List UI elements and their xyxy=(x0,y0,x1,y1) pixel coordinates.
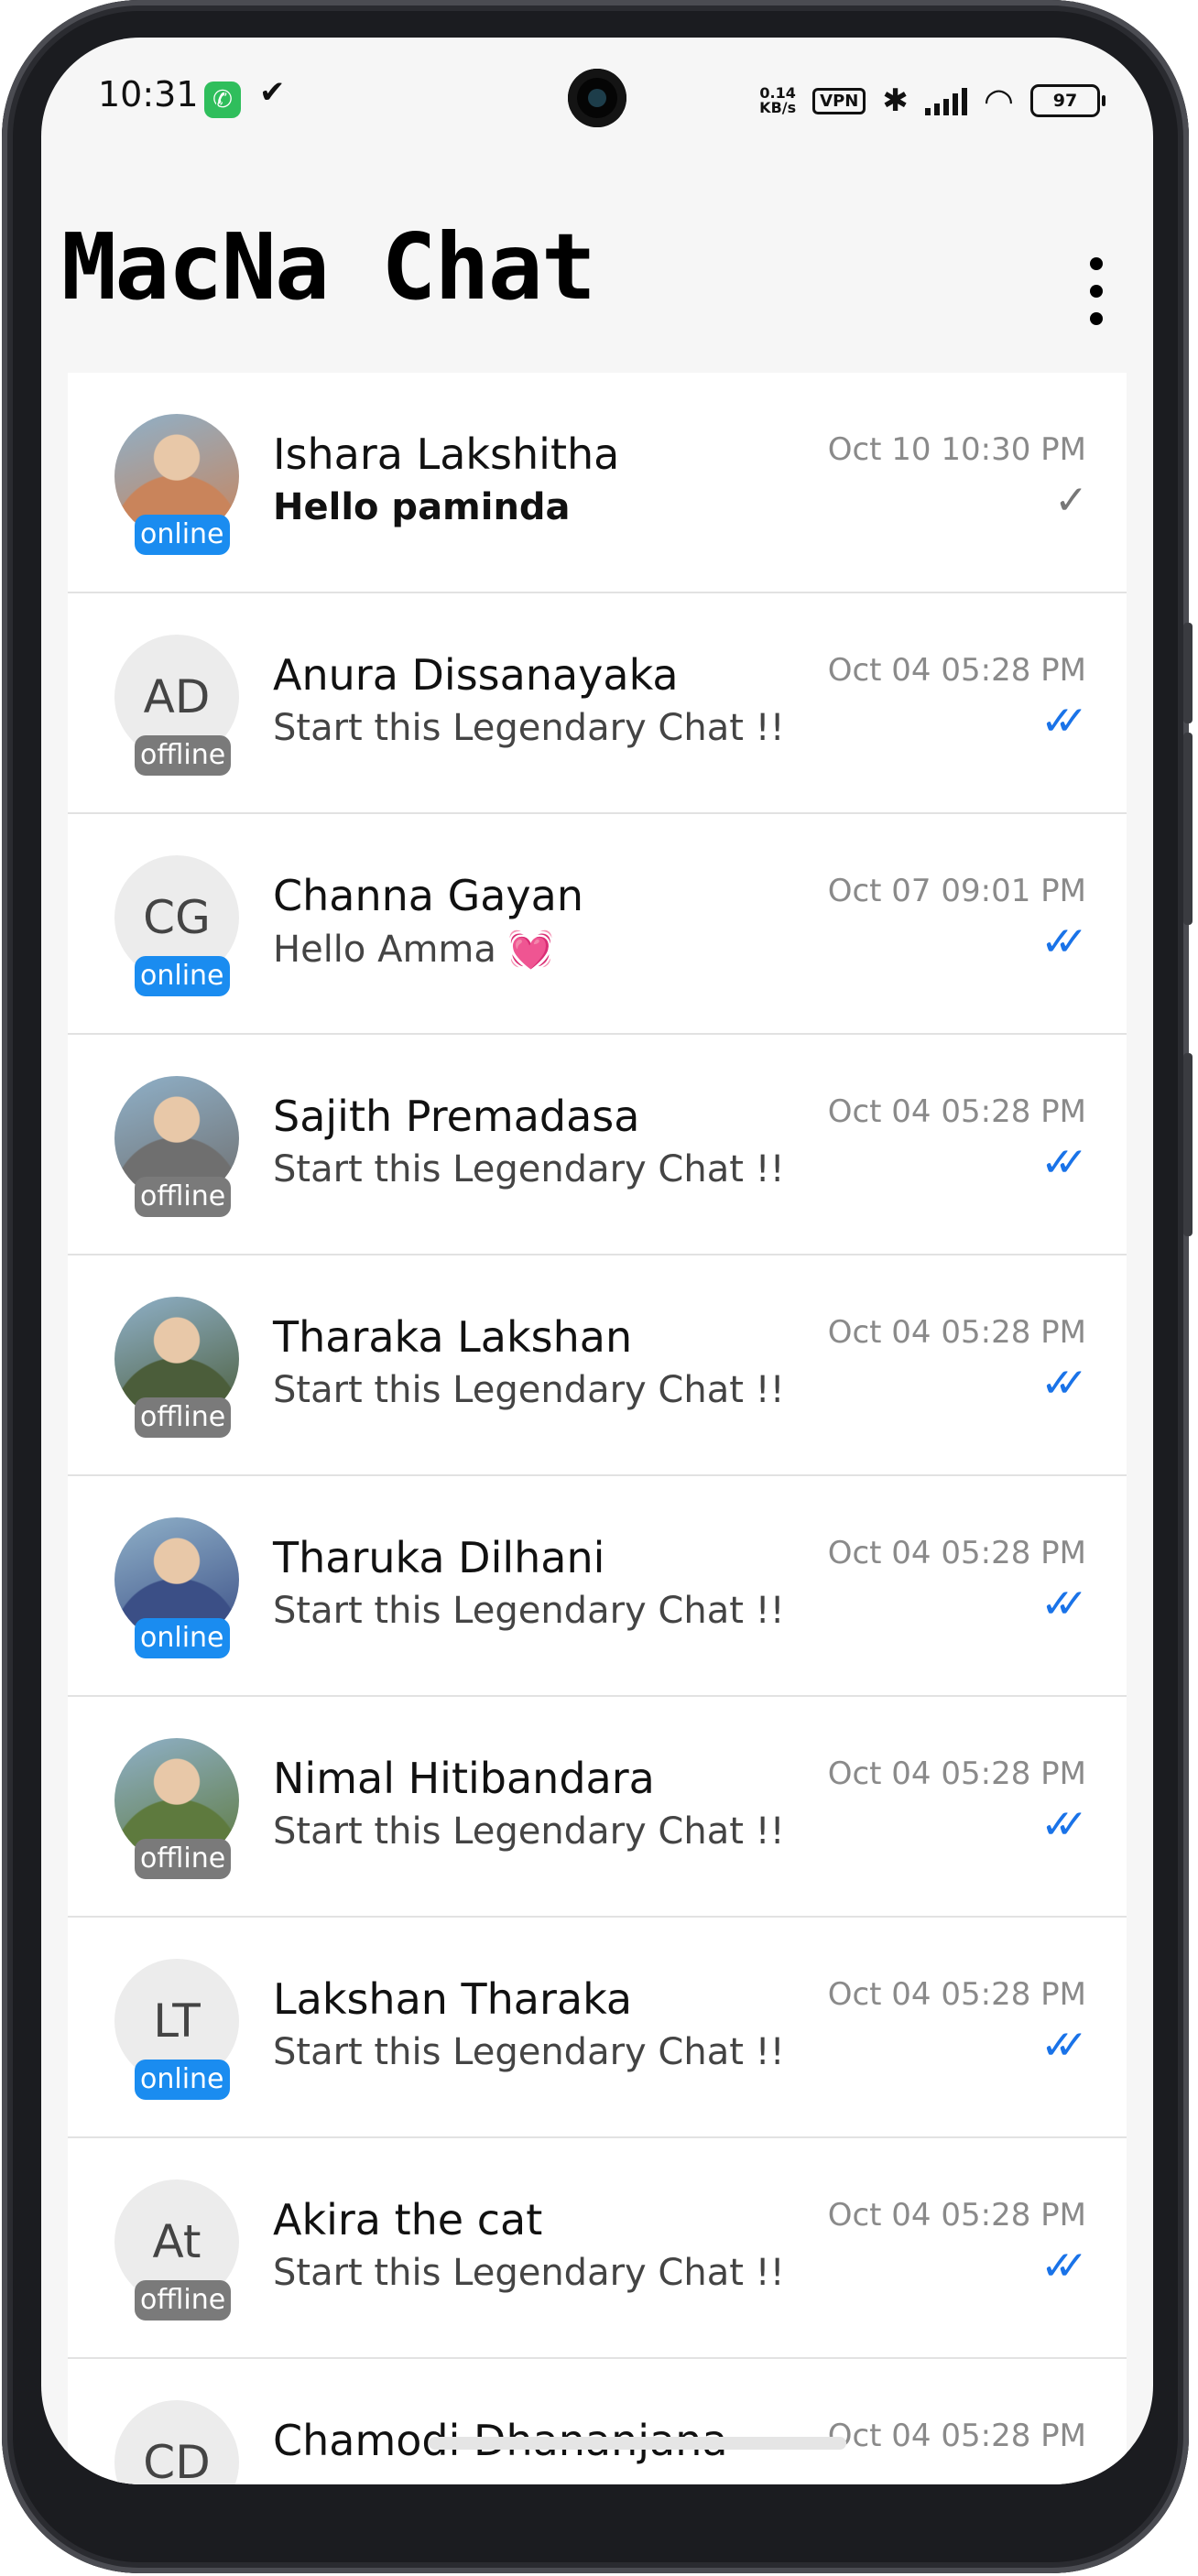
chat-row-1[interactable]: AD offline Anura Dissanayaka Start this … xyxy=(68,593,1127,814)
front-camera xyxy=(568,69,626,127)
phone-frame: 10:31 ✆ ✔ 0.14 KB/s VPN ✱ ◠ 97 MacNa Cha… xyxy=(2,0,1193,2573)
double-check-icon: ✓✓ xyxy=(1040,2022,1088,2069)
message-time: Oct 04 05:28 PM xyxy=(827,1314,1086,1351)
home-indicator[interactable] xyxy=(429,2437,846,2450)
double-check-icon: ✓✓ xyxy=(1040,918,1088,965)
status-time: 10:31 xyxy=(98,74,199,114)
power-button xyxy=(1183,1053,1193,1236)
double-check-icon: ✓✓ xyxy=(1040,1801,1088,1848)
contact-name: Akira the cat xyxy=(273,2195,543,2244)
message-time: Oct 04 05:28 PM xyxy=(827,652,1086,689)
contact-name: Channa Gayan xyxy=(273,871,583,920)
chat-row-7[interactable]: LT online Lakshan Tharaka Start this Leg… xyxy=(68,1918,1127,2138)
contact-name: Tharaka Lakshan xyxy=(273,1312,633,1362)
volume-up-button xyxy=(1183,623,1193,723)
status-icons: 0.14 KB/s VPN ✱ ◠ 97 xyxy=(759,78,1105,124)
chat-row-8[interactable]: At offline Akira the cat Start this Lege… xyxy=(68,2138,1127,2359)
message-time: Oct 07 09:01 PM xyxy=(827,873,1086,909)
last-message: Hello Amma 💓 xyxy=(273,929,554,971)
screen: 10:31 ✆ ✔ 0.14 KB/s VPN ✱ ◠ 97 MacNa Cha… xyxy=(41,38,1153,2484)
chat-row-6[interactable]: offline Nimal Hitibandara Start this Leg… xyxy=(68,1697,1127,1918)
chat-list: online Ishara Lakshitha Hello paminda Oc… xyxy=(68,373,1127,2484)
contact-name: Nimal Hitibandara xyxy=(273,1754,655,1803)
double-check-icon: ✓✓ xyxy=(1040,1581,1088,1627)
avatar: CD xyxy=(114,2400,239,2484)
more-vert-icon[interactable] xyxy=(1085,257,1107,325)
bluetooth-icon: ✱ xyxy=(882,82,909,119)
message-time: Oct 04 05:28 PM xyxy=(827,2197,1086,2234)
chat-row-2[interactable]: CG online Channa Gayan Hello Amma 💓 Oct … xyxy=(68,814,1127,1035)
status-bar: 10:31 ✆ ✔ 0.14 KB/s VPN ✱ ◠ 97 xyxy=(41,38,1153,166)
status-badge: online xyxy=(135,956,230,996)
status-badge: offline xyxy=(135,1397,232,1438)
status-badge: offline xyxy=(135,1839,232,1879)
status-badge: online xyxy=(135,2060,230,2100)
last-message: Start this Legendary Chat !! xyxy=(273,1369,785,1411)
whatsapp-icon: ✆ xyxy=(204,82,241,118)
message-time: Oct 04 05:28 PM xyxy=(827,1976,1086,2013)
last-message: Start this Legendary Chat !! xyxy=(273,2252,785,2294)
double-check-icon: ✓✓ xyxy=(1040,1139,1088,1186)
chat-row-0[interactable]: online Ishara Lakshitha Hello paminda Oc… xyxy=(68,373,1127,593)
network-speed: 0.14 KB/s xyxy=(759,84,797,116)
contact-name: Tharuka Dilhani xyxy=(273,1533,605,1582)
message-time: Oct 10 10:30 PM xyxy=(827,431,1086,468)
chat-row-9[interactable]: CD Chamodi Dhananjana Oct 04 05:28 PM xyxy=(68,2359,1127,2484)
vpn-badge: VPN xyxy=(812,87,866,114)
contact-name: Lakshan Tharaka xyxy=(273,1974,633,2024)
chat-row-3[interactable]: offline Sajith Premadasa Start this Lege… xyxy=(68,1035,1127,1255)
chat-row-5[interactable]: online Tharuka Dilhani Start this Legend… xyxy=(68,1476,1127,1697)
status-badge: offline xyxy=(135,1177,232,1217)
double-check-icon: ✓✓ xyxy=(1040,698,1088,745)
last-message: Start this Legendary Chat !! xyxy=(273,2031,785,2073)
notification-check-icon: ✔ xyxy=(259,74,286,111)
contact-name: Sajith Premadasa xyxy=(273,1092,640,1141)
last-message: Start this Legendary Chat !! xyxy=(273,1810,785,1853)
chat-row-4[interactable]: offline Tharaka Lakshan Start this Legen… xyxy=(68,1255,1127,1476)
last-message: Hello paminda xyxy=(273,486,571,528)
message-time: Oct 04 05:28 PM xyxy=(827,1093,1086,1130)
status-badge: offline xyxy=(135,2280,232,2321)
status-badge: online xyxy=(135,515,230,555)
status-badge: online xyxy=(135,1618,230,1658)
app-title: MacNa Chat xyxy=(61,213,596,321)
double-check-icon: ✓✓ xyxy=(1040,2243,1088,2289)
volume-down-button xyxy=(1183,733,1193,925)
contact-name: Anura Dissanayaka xyxy=(273,650,679,700)
double-check-icon: ✓✓ xyxy=(1040,1360,1088,1407)
last-message: Start this Legendary Chat !! xyxy=(273,1590,785,1632)
check-icon: ✓ xyxy=(1054,477,1088,524)
signal-icon xyxy=(924,86,967,115)
message-time: Oct 04 05:28 PM xyxy=(827,2418,1086,2454)
last-message: Start this Legendary Chat !! xyxy=(273,707,785,749)
battery-icon: 97 xyxy=(1030,84,1105,117)
message-time: Oct 04 05:28 PM xyxy=(827,1535,1086,1571)
message-time: Oct 04 05:28 PM xyxy=(827,1755,1086,1792)
last-message: Start this Legendary Chat !! xyxy=(273,1148,785,1190)
contact-name: Ishara Lakshitha xyxy=(273,429,620,479)
status-badge: offline xyxy=(135,735,232,776)
wifi-icon: ◠ xyxy=(983,81,1014,121)
